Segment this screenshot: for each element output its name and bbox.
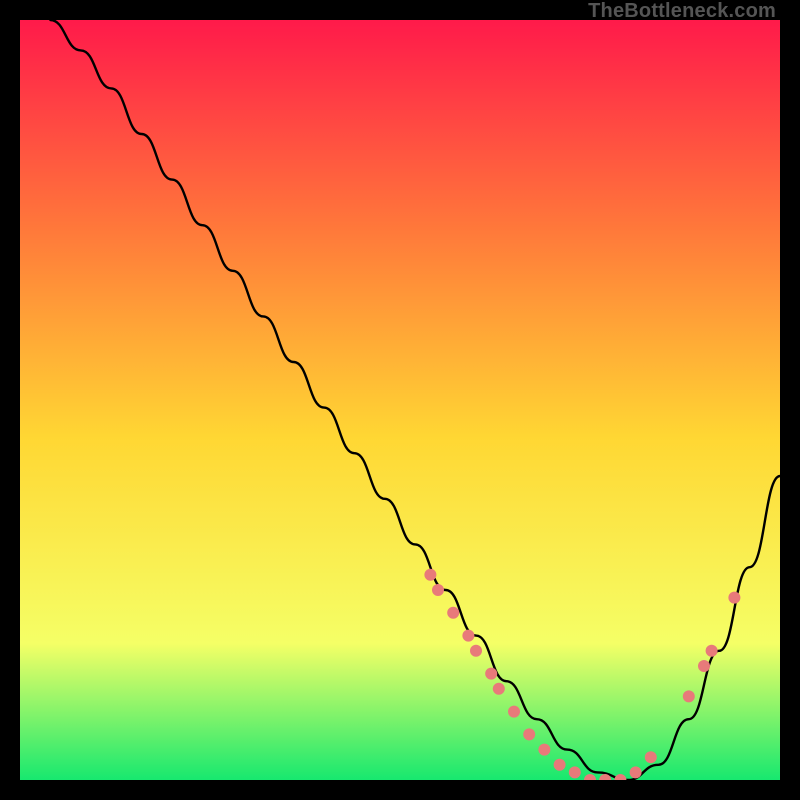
marker-point xyxy=(554,759,566,771)
curve-layer xyxy=(20,20,780,780)
marker-point xyxy=(523,728,535,740)
marker-group xyxy=(424,569,740,780)
marker-point xyxy=(584,774,596,780)
marker-point xyxy=(424,569,436,581)
chart-frame: TheBottleneck.com xyxy=(0,0,800,800)
marker-point xyxy=(485,668,497,680)
marker-point xyxy=(683,690,695,702)
marker-point xyxy=(493,683,505,695)
bottleneck-curve xyxy=(50,20,780,780)
marker-point xyxy=(614,774,626,780)
marker-point xyxy=(447,607,459,619)
marker-point xyxy=(728,592,740,604)
marker-point xyxy=(470,645,482,657)
marker-point xyxy=(508,706,520,718)
marker-point xyxy=(698,660,710,672)
marker-point xyxy=(538,744,550,756)
marker-point xyxy=(432,584,444,596)
marker-point xyxy=(569,766,581,778)
marker-point xyxy=(630,766,642,778)
marker-point xyxy=(462,630,474,642)
plot-area xyxy=(20,20,780,780)
marker-point xyxy=(645,751,657,763)
marker-point xyxy=(706,645,718,657)
